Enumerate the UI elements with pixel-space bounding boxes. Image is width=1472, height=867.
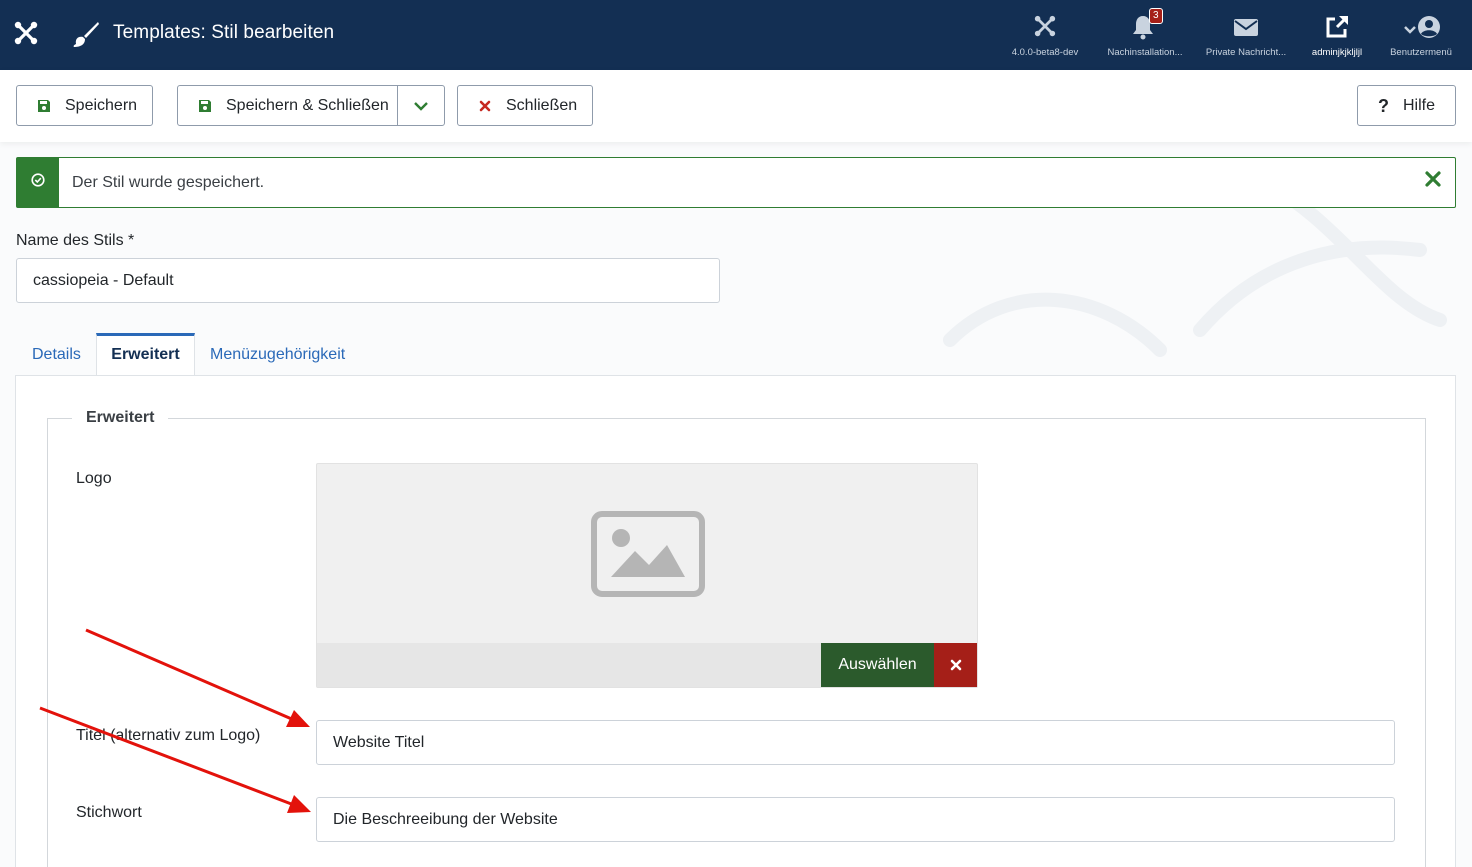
question-icon: ? [1378, 95, 1389, 116]
save-close-button[interactable]: Speichern & Schließen [177, 85, 445, 126]
header-item-version[interactable]: 4.0.0-beta8-dev [1008, 12, 1082, 62]
app-header: Templates: Stil bearbeiten 4.0.0-beta8-d… [0, 0, 1472, 70]
header-item-label: Nachinstallation... [1107, 47, 1183, 58]
help-label: Hilfe [1403, 96, 1436, 114]
select-media-button[interactable]: Auswählen [821, 643, 934, 687]
header-item-label: Benutzermenü [1390, 47, 1452, 58]
close-button[interactable]: Schließen [457, 85, 593, 126]
alert-status-bar [17, 158, 59, 207]
header-item-post-install[interactable]: 3 Nachinstallation... [1104, 8, 1186, 62]
paint-brush-icon [73, 22, 99, 47]
site-title-label: Titel (alternativ zum Logo) [76, 727, 261, 744]
image-placeholder-icon [591, 511, 705, 597]
save-icon [38, 99, 50, 112]
header-item-label: 4.0.0-beta8-dev [1011, 47, 1079, 58]
remove-media-button[interactable] [934, 643, 977, 687]
success-alert: Der Stil wurde gespeichert. [16, 157, 1456, 208]
bell-icon-wrap: 3 [1131, 8, 1163, 42]
alert-message: Der Stil wurde gespeichert. [72, 174, 265, 191]
notification-badge: 3 [1149, 8, 1163, 24]
header-item-user-menu[interactable]: Benutzermenü [1386, 12, 1456, 62]
style-name-input[interactable]: cassiopeia - Default [16, 258, 720, 303]
header-item-site[interactable]: adminjkjkljljl [1306, 12, 1368, 62]
external-link-icon [1326, 15, 1349, 38]
help-button[interactable]: ? Hilfe [1357, 85, 1456, 126]
site-title-input[interactable]: Website Titel [316, 720, 1395, 765]
header-item-label: adminjkjkljljl [1311, 47, 1363, 58]
toolbar: Speichern Speichern & Schließen Schließe… [0, 70, 1472, 142]
page-title: Templates: Stil bearbeiten [113, 22, 335, 43]
save-dropdown-toggle[interactable] [397, 86, 444, 125]
tab-advanced[interactable]: Erweitert [96, 333, 195, 376]
close-icon [479, 100, 491, 111]
header-item-label: Private Nachricht... [1205, 47, 1287, 58]
save-icon [199, 99, 211, 112]
logo-label: Logo [76, 470, 112, 487]
keyword-input[interactable]: Die Beschreeibung der Website [316, 797, 1395, 842]
save-close-label: Speichern & Schließen [226, 96, 389, 114]
style-name-label: Name des Stils * [16, 232, 135, 249]
media-actions-bar: Auswählen [317, 643, 977, 687]
close-icon [950, 659, 961, 671]
close-label: Schließen [506, 96, 578, 114]
save-button[interactable]: Speichern [16, 85, 153, 126]
check-circle-icon [31, 173, 45, 187]
joomla-logo-icon[interactable] [13, 20, 39, 48]
keyword-label: Stichwort [76, 804, 142, 821]
tab-menu-assignment[interactable]: Menüzugehörigkeit [210, 333, 345, 376]
save-label: Speichern [65, 96, 138, 114]
tab-details[interactable]: Details [32, 333, 81, 376]
chevron-down-icon [414, 101, 428, 111]
user-icon [1404, 16, 1440, 38]
envelope-icon [1234, 19, 1258, 36]
fieldset-legend: Erweitert [72, 409, 169, 427]
logo-media-field: Auswählen [316, 463, 978, 688]
header-item-messages[interactable]: Private Nachricht... [1202, 12, 1290, 62]
alert-close-icon[interactable] [1423, 168, 1443, 190]
joomla-icon [1034, 15, 1056, 37]
